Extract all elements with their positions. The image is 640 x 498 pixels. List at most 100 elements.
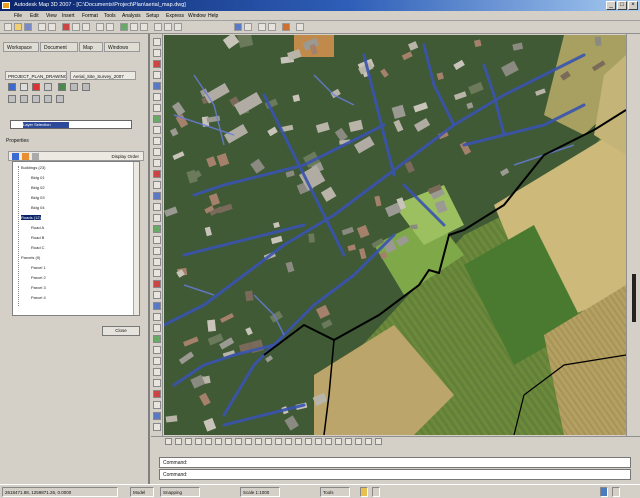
tree-item[interactable]: Bldg 03	[31, 195, 45, 200]
menu-help[interactable]: Help	[208, 13, 218, 19]
menu-express[interactable]: Express	[166, 13, 184, 19]
tree-group[interactable]: Parcels (9)	[21, 255, 40, 260]
zoom-icon[interactable]	[130, 23, 138, 31]
help-icon[interactable]	[296, 23, 304, 31]
draw-tool-icon[interactable]	[153, 280, 161, 288]
zoom-extents-icon[interactable]	[154, 23, 162, 31]
redo-icon[interactable]	[106, 23, 114, 31]
copy-icon[interactable]	[72, 23, 80, 31]
tools-dropdown[interactable]: Tools	[320, 487, 350, 497]
draw-tool-icon[interactable]	[153, 60, 161, 68]
stylize-icon[interactable]	[70, 83, 78, 91]
draw-tool-icon[interactable]	[153, 236, 161, 244]
zoom-window-icon[interactable]	[140, 23, 148, 31]
menu-window[interactable]: Window	[188, 13, 206, 19]
draw-tool-icon[interactable]	[153, 324, 161, 332]
properties-dock-tab[interactable]	[632, 274, 636, 322]
layer-state-icon[interactable]	[244, 23, 252, 31]
modify-tool-icon[interactable]	[195, 438, 202, 445]
modify-tool-icon[interactable]	[365, 438, 372, 445]
tree-scrollbar[interactable]	[133, 162, 139, 315]
snap-toggle[interactable]: Snapping	[160, 487, 200, 497]
refresh-icon[interactable]	[56, 95, 64, 103]
tree-item[interactable]: Parcel 1	[31, 265, 46, 270]
theme-icon[interactable]	[20, 95, 28, 103]
lock-icon[interactable]	[360, 487, 368, 497]
draw-tool-icon[interactable]	[153, 137, 161, 145]
scale-dropdown[interactable]: Scale 1:1000	[240, 487, 280, 497]
close-tree-button[interactable]: Close	[102, 326, 140, 336]
map-topology-icon[interactable]	[282, 23, 290, 31]
tab-document[interactable]: Document	[40, 42, 78, 52]
tree-group[interactable]: Roads (12)	[21, 215, 41, 220]
minimize-button[interactable]: _	[606, 1, 616, 10]
table-icon[interactable]	[58, 83, 66, 91]
draw-tool-icon[interactable]	[153, 225, 161, 233]
modify-tool-icon[interactable]	[275, 438, 282, 445]
properties-icon[interactable]	[164, 23, 172, 31]
modify-tool-icon[interactable]	[375, 438, 382, 445]
modify-tool-icon[interactable]	[355, 438, 362, 445]
display-icon[interactable]	[12, 153, 19, 160]
move-up-icon[interactable]	[32, 153, 39, 160]
draw-tool-icon[interactable]	[153, 93, 161, 101]
draw-tool-icon[interactable]	[153, 38, 161, 46]
draw-tool-icon[interactable]	[153, 170, 161, 178]
draw-tool-icon[interactable]	[153, 346, 161, 354]
draw-tool-icon[interactable]	[153, 126, 161, 134]
design-center-icon[interactable]	[174, 23, 182, 31]
draw-tool-icon[interactable]	[153, 159, 161, 167]
modify-tool-icon[interactable]	[245, 438, 252, 445]
draw-tool-icon[interactable]	[153, 192, 161, 200]
tree-item[interactable]: Road A	[31, 225, 44, 230]
modify-tool-icon[interactable]	[315, 438, 322, 445]
tree-item[interactable]: Bldg 04	[31, 205, 45, 210]
draw-tool-icon[interactable]	[153, 203, 161, 211]
modify-tool-icon[interactable]	[285, 438, 292, 445]
layer-icon[interactable]	[234, 23, 242, 31]
sub-tab-survey[interactable]: Aerial_Site_Survey_2007	[70, 71, 136, 80]
modify-tool-icon[interactable]	[205, 438, 212, 445]
menu-view[interactable]: View	[46, 13, 57, 19]
tab-windows[interactable]: Windows	[104, 42, 140, 52]
save-icon[interactable]	[24, 23, 32, 31]
model-toggle[interactable]: Model	[130, 487, 154, 497]
draw-tool-icon[interactable]	[153, 368, 161, 376]
modify-tool-icon[interactable]	[295, 438, 302, 445]
paste-icon[interactable]	[82, 23, 90, 31]
close-button[interactable]: ×	[628, 1, 638, 10]
modify-tool-icon[interactable]	[345, 438, 352, 445]
app-icon[interactable]	[2, 2, 10, 9]
draw-tool-icon[interactable]	[153, 335, 161, 343]
delete-icon[interactable]	[32, 83, 40, 91]
tab-map[interactable]: Map	[79, 42, 103, 52]
info-icon[interactable]	[8, 83, 16, 91]
modify-tool-icon[interactable]	[265, 438, 272, 445]
menu-tools[interactable]: Tools	[104, 13, 116, 19]
menu-format[interactable]: Format	[82, 13, 98, 19]
folder-icon[interactable]	[22, 153, 29, 160]
modify-tool-icon[interactable]	[305, 438, 312, 445]
menu-analysis[interactable]: Analysis	[122, 13, 141, 19]
label-icon[interactable]	[32, 95, 40, 103]
print-icon[interactable]	[38, 23, 46, 31]
layer-selection-field[interactable]: Layer Selection	[10, 120, 132, 129]
modify-tool-icon[interactable]	[225, 438, 232, 445]
tree-item[interactable]: Bldg 01	[31, 175, 45, 180]
tree-item[interactable]: Road C	[31, 245, 45, 250]
draw-tool-icon[interactable]	[153, 313, 161, 321]
tree-item[interactable]: Road B	[31, 235, 44, 240]
draw-tool-icon[interactable]	[153, 423, 161, 431]
map-data-icon[interactable]	[268, 23, 276, 31]
draw-tool-icon[interactable]	[153, 412, 161, 420]
draw-tool-icon[interactable]	[153, 269, 161, 277]
draw-tool-icon[interactable]	[153, 82, 161, 90]
draw-tool-icon[interactable]	[153, 357, 161, 365]
tree-group[interactable]: Buildings (23)	[21, 165, 45, 170]
sub-tab-drawing[interactable]: PROJECT_PLAN_DRAWING_2007	[5, 71, 67, 80]
tree-item[interactable]: Parcel 2	[31, 275, 46, 280]
draw-tool-icon[interactable]	[153, 181, 161, 189]
draw-tool-icon[interactable]	[153, 390, 161, 398]
command-input[interactable]: Command:	[159, 469, 631, 480]
new-icon[interactable]	[4, 23, 12, 31]
